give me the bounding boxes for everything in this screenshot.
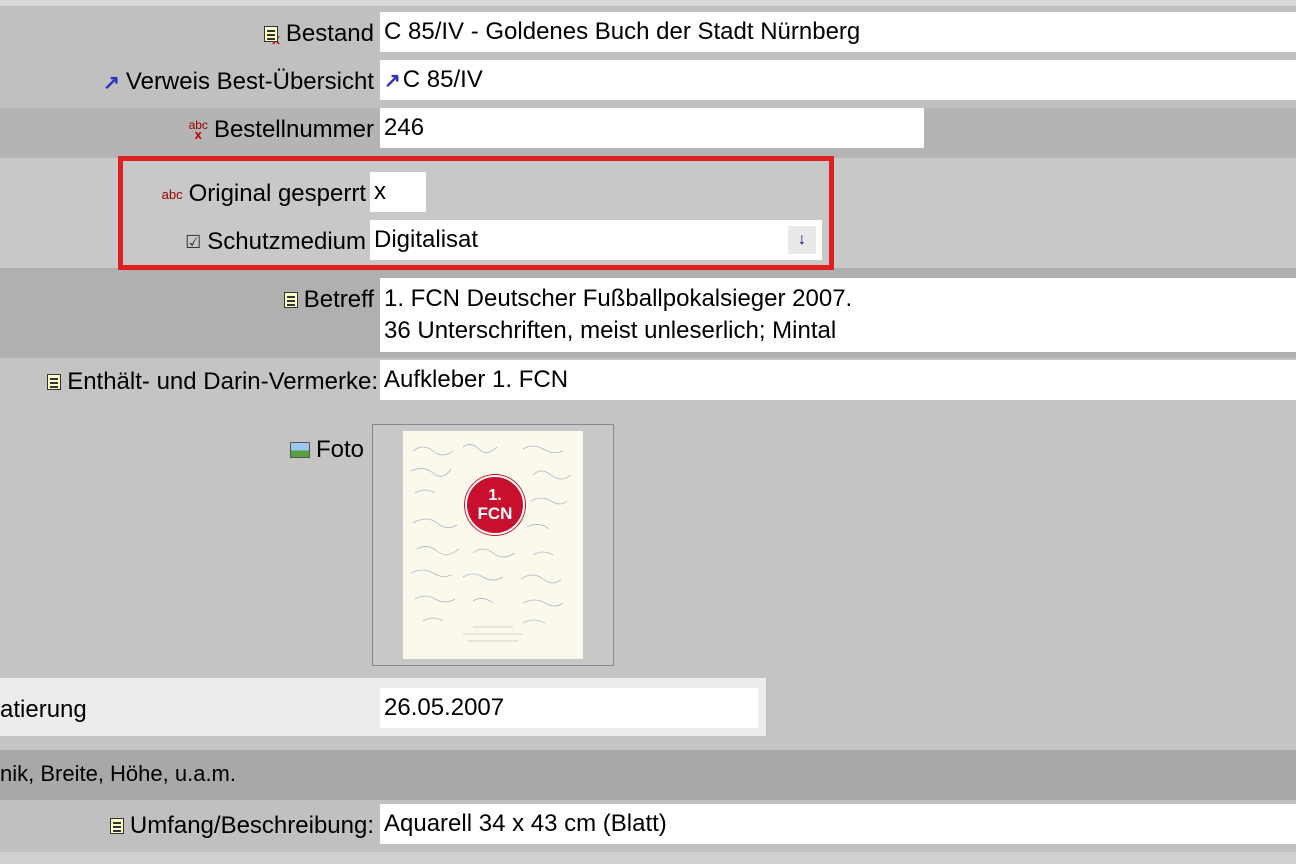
bestand-field[interactable]: C 85/IV - Goldenes Buch der Stadt Nürnbe… (380, 12, 1296, 52)
umfang-value: Aquarell 34 x 43 cm (Blatt) (384, 810, 667, 837)
abc-icon: abc (161, 186, 183, 202)
original-gesperrt-label: abc Original gesperrt (162, 178, 366, 210)
datierung-value: 26.05.2007 (384, 694, 505, 721)
schutzmedium-label-text: Schutzmedium (207, 228, 366, 255)
betreff-field[interactable]: 1. FCN Deutscher Fußballpokalsieger 2007… (380, 278, 1296, 352)
betreff-label: Betreff (283, 284, 374, 316)
schutzmedium-value: Digitalisat (374, 226, 479, 253)
fcn-logo: 1. FCN (465, 475, 525, 535)
dropdown-arrow-icon[interactable]: ↓ (788, 226, 816, 254)
umfang-label-text: Umfang/Beschreibung: (129, 812, 374, 839)
schutzmedium-select[interactable]: Digitalisat ↓ (370, 220, 822, 260)
bestand-label-text: Bestand (285, 20, 374, 47)
datierung-label: atierung (0, 694, 87, 726)
verweis-label-text: Verweis Best-Übersicht (125, 68, 374, 95)
link-arrow-icon: ↗ (384, 69, 401, 92)
original-gesperrt-value: x (374, 178, 386, 205)
foto-label-text: Foto (315, 436, 364, 463)
enthaelt-field[interactable]: Aufkleber 1. FCN (380, 360, 1296, 400)
bestellnummer-label-text: Bestellnummer (213, 116, 374, 143)
fcn-logo-text: FCN (477, 504, 513, 523)
umfang-label: Umfang/Beschreibung: (109, 810, 374, 842)
verweis-link[interactable]: C 85/IV (403, 66, 483, 94)
photo-thumbnail[interactable]: 1. FCN (372, 424, 614, 666)
enthaelt-label-text: Enthält- und Darin-Vermerke: (67, 368, 378, 395)
betreff-label-text: Betreff (303, 286, 374, 313)
note-icon (283, 292, 298, 308)
photo-paper: 1. FCN (403, 431, 583, 659)
umfang-field[interactable]: Aquarell 34 x 43 cm (Blatt) (380, 804, 1296, 844)
checkbox-icon: ☑ (185, 231, 202, 252)
schutzmedium-label: ☑ Schutzmedium (185, 226, 366, 258)
bestellnummer-label: abc x Bestellnummer (189, 114, 374, 146)
original-gesperrt-label-text: Original gesperrt (188, 180, 366, 207)
section-heading: nik, Breite, Höhe, u.a.m. (0, 758, 236, 790)
bestellnummer-field[interactable]: 246 (380, 108, 924, 148)
enthaelt-value: Aufkleber 1. FCN (384, 366, 569, 393)
band-bottom-strip (0, 852, 1296, 864)
signatures-graphic (410, 444, 572, 642)
band-separator-1 (0, 0, 1296, 6)
section-heading-text: nik, Breite, Höhe, u.a.m. (0, 761, 236, 786)
datierung-label-text: atierung (0, 696, 87, 723)
betreff-line-2: 36 Unterschriften, meist unleserlich; Mi… (384, 317, 837, 344)
note-icon (109, 818, 124, 834)
datierung-field[interactable]: 26.05.2007 (380, 688, 758, 728)
bestand-label: x Bestand (264, 18, 374, 50)
abc-delete-icon: abc x (188, 118, 208, 142)
foto-label: Foto (289, 434, 364, 466)
link-arrow-icon: ↗ (103, 71, 120, 94)
note-icon (47, 374, 62, 390)
original-gesperrt-field[interactable]: x (370, 172, 426, 212)
bestellnummer-value: 246 (384, 114, 425, 141)
verweis-field[interactable]: ↗ C 85/IV (380, 60, 1296, 100)
fcn-logo-number: 1. (488, 487, 502, 504)
document-delete-icon: x (264, 21, 280, 47)
verweis-label: ↗ Verweis Best-Übersicht (103, 66, 374, 98)
enthaelt-label: Enthält- und Darin-Vermerke: (47, 366, 378, 398)
betreff-line-1: 1. FCN Deutscher Fußballpokalsieger 2007… (384, 285, 853, 312)
image-icon (289, 442, 310, 458)
bestand-value: C 85/IV - Goldenes Buch der Stadt Nürnbe… (384, 18, 861, 45)
